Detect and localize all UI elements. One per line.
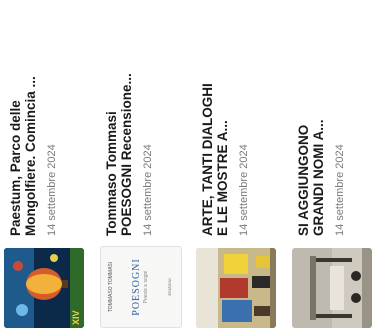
- article-thumbnail[interactable]: XIV: [4, 248, 84, 328]
- article-thumbnail[interactable]: [292, 248, 372, 328]
- article-thumbnail[interactable]: [196, 248, 276, 328]
- article-title-line: E LE MOSTRE A...: [215, 120, 230, 236]
- cover-author: TOMMASO TOMMASI: [108, 261, 114, 313]
- article-title-line: Mongolfiere. Comincia ...: [23, 76, 38, 236]
- cover-title: POESOGNI: [131, 258, 142, 316]
- article-card[interactable]: TOMMASO TOMMASI POESOGNI Poesie e sogni …: [96, 0, 192, 336]
- article-date: 14 settembre 2024: [46, 144, 58, 236]
- article-title-line: POESOGNI Recensione...: [119, 73, 134, 236]
- article-title-line: GRANDI NOMI A...: [311, 119, 326, 237]
- article-date: 14 settembre 2024: [334, 144, 346, 236]
- article-card[interactable]: ARTE, TANTI DIALOGHI E LE MOSTRE A... 14…: [192, 0, 288, 336]
- article-title[interactable]: Paestum, Parco delle Mongolfiere. Cominc…: [0, 4, 38, 236]
- art-exhibition-image: [196, 248, 276, 328]
- book-cover: TOMMASO TOMMASI POESOGNI Poesie e sogni …: [101, 247, 181, 327]
- article-list: XIV Paestum, Parco delle Mongolfiere. Co…: [0, 0, 382, 336]
- article-card[interactable]: SI AGGIUNGONO GRANDI NOMI A... 14 settem…: [288, 0, 382, 336]
- article-title-line: ARTE, TANTI DIALOGHI: [200, 83, 215, 236]
- article-date: 14 settembre 2024: [142, 144, 154, 236]
- edition-badge: XIV: [71, 310, 81, 325]
- article-title[interactable]: SI AGGIUNGONO GRANDI NOMI A...: [288, 4, 326, 237]
- article-title-line: SI AGGIUNGONO: [296, 124, 311, 236]
- cover-subtitle: Poesie e sogni: [143, 270, 149, 304]
- article-title-line: Paestum, Parco delle: [8, 100, 23, 236]
- article-thumbnail[interactable]: TOMMASO TOMMASI POESOGNI Poesie e sogni …: [100, 246, 182, 328]
- article-card[interactable]: XIV Paestum, Parco delle Mongolfiere. Co…: [0, 0, 96, 336]
- article-date: 14 settembre 2024: [238, 144, 250, 236]
- article-title[interactable]: ARTE, TANTI DIALOGHI E LE MOSTRE A...: [192, 4, 230, 236]
- article-title[interactable]: Tommaso Tommasi POESOGNI Recensione...: [96, 4, 134, 236]
- event-stage-image: [292, 248, 372, 328]
- article-title-line: Tommaso Tommasi: [104, 111, 119, 236]
- cover-publisher: EDIZIONI: [167, 278, 172, 296]
